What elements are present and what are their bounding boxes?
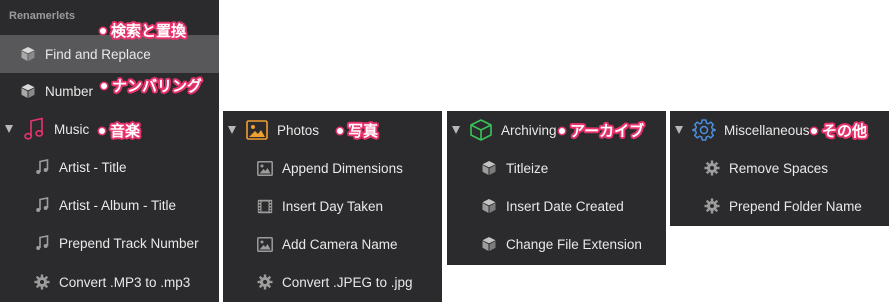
item-label: Prepend Folder Name <box>729 198 862 214</box>
item-label: Number <box>45 83 94 99</box>
item-label: Prepend Track Number <box>59 235 199 251</box>
item-insert-date-created[interactable]: Insert Date Created <box>447 187 666 225</box>
disclosure-triangle-icon[interactable] <box>675 126 683 134</box>
box-icon <box>469 118 493 142</box>
group-label: Music <box>54 121 90 137</box>
photos-panel: Photos Append Dimensions Insert Day Take… <box>223 111 442 302</box>
item-titleize[interactable]: Titleize <box>447 149 666 187</box>
item-label: Insert Date Created <box>506 198 624 214</box>
photo-icon <box>245 118 269 142</box>
gear-icon <box>256 273 274 291</box>
gear-icon <box>703 197 721 215</box>
item-label: Convert .MP3 to .mp3 <box>59 274 191 290</box>
music-note-icon <box>33 158 51 176</box>
item-label: Artist - Album - Title <box>59 197 177 213</box>
item-label: Convert .JPEG to .jpg <box>282 274 413 290</box>
annotation-photos: 写真 <box>337 120 378 141</box>
disclosure-triangle-icon[interactable] <box>5 125 13 133</box>
music-note-icon <box>33 234 51 252</box>
item-label: Titleize <box>506 160 549 176</box>
music-note-icon <box>22 117 46 141</box>
item-label: Remove Spaces <box>729 160 829 176</box>
item-add-camera-name[interactable]: Add Camera Name <box>223 225 442 263</box>
item-artist-album-title[interactable]: Artist - Album - Title <box>0 186 219 224</box>
photo-icon <box>256 159 274 177</box>
cube-icon <box>480 159 498 177</box>
film-icon <box>256 197 274 215</box>
annotation-number: ナンバリング <box>101 75 202 96</box>
item-prepend-track-number[interactable]: Prepend Track Number <box>0 224 219 262</box>
cog-outline-icon <box>692 118 716 142</box>
item-insert-day-taken[interactable]: Insert Day Taken <box>223 187 442 225</box>
item-remove-spaces[interactable]: Remove Spaces <box>670 149 889 187</box>
group-label: Photos <box>277 122 320 138</box>
item-label: Append Dimensions <box>282 160 403 176</box>
item-artist-title[interactable]: Artist - Title <box>0 148 219 186</box>
group-label: Archiving <box>501 122 557 138</box>
renamerlets-sidebar: Renamerlets Find and Replace Number Musi… <box>0 0 219 302</box>
item-change-file-extension[interactable]: Change File Extension <box>447 225 666 263</box>
item-append-dimensions[interactable]: Append Dimensions <box>223 149 442 187</box>
disclosure-triangle-icon[interactable] <box>228 126 236 134</box>
gear-icon <box>33 273 51 291</box>
annotation-miscellaneous: その他 <box>811 120 867 141</box>
annotation-archiving: アーカイブ <box>559 120 644 141</box>
group-label: Miscellaneous <box>724 122 810 138</box>
disclosure-triangle-icon[interactable] <box>452 126 460 134</box>
cube-icon <box>19 45 37 63</box>
gear-icon <box>703 159 721 177</box>
item-label: Find and Replace <box>45 46 151 62</box>
item-label: Artist - Title <box>59 159 127 175</box>
item-prepend-folder-name[interactable]: Prepend Folder Name <box>670 187 889 225</box>
item-label: Add Camera Name <box>282 236 398 252</box>
cube-icon <box>480 197 498 215</box>
sidebar-header: Renamerlets <box>9 10 76 22</box>
group-photos[interactable]: Photos <box>223 111 442 149</box>
cube-icon <box>19 82 37 100</box>
item-label: Change File Extension <box>506 236 642 252</box>
item-convert-jpeg[interactable]: Convert .JPEG to .jpg <box>223 263 442 301</box>
annotation-music: 音楽 <box>99 120 140 141</box>
annotation-find-and-replace: 検索と置換 <box>100 20 186 41</box>
item-label: Insert Day Taken <box>282 198 384 214</box>
photo-icon <box>256 235 274 253</box>
item-convert-mp3[interactable]: Convert .MP3 to .mp3 <box>0 263 219 301</box>
music-note-icon <box>33 196 51 214</box>
cube-icon <box>480 235 498 253</box>
